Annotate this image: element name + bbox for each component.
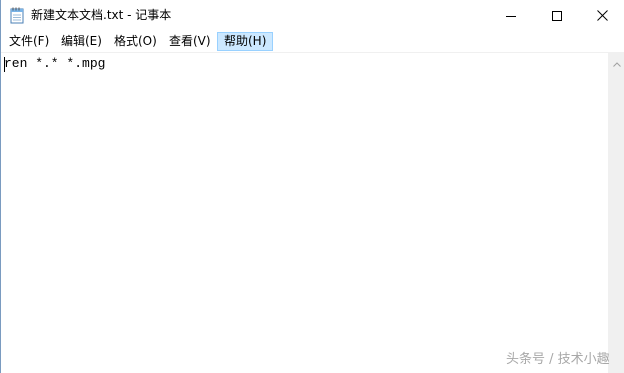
menu-file[interactable]: 文件(F) — [3, 32, 55, 51]
window-title: 新建文本文档.txt - 记事本 — [31, 8, 172, 22]
text-caret — [4, 57, 5, 72]
editor-content[interactable]: ren *.* *.mpg — [4, 56, 105, 72]
chevron-up-icon — [612, 52, 621, 71]
title-bar[interactable]: 新建文本文档.txt - 记事本 — [1, 0, 624, 31]
text-editor-area[interactable]: ren *.* *.mpg — [1, 53, 608, 373]
minimize-icon — [506, 6, 516, 25]
maximize-button[interactable] — [534, 0, 580, 31]
menu-format[interactable]: 格式(O) — [108, 32, 163, 51]
watermark-text: 头条号 / 技术小趣 — [506, 352, 610, 367]
notepad-icon — [10, 7, 24, 24]
close-button[interactable] — [579, 0, 624, 31]
maximize-icon — [552, 6, 562, 25]
minimize-button[interactable] — [488, 0, 534, 31]
menu-view[interactable]: 查看(V) — [163, 32, 217, 51]
menu-help[interactable]: 帮助(H) — [217, 32, 274, 51]
close-icon — [596, 6, 608, 25]
vertical-scrollbar[interactable] — [608, 53, 624, 373]
menu-edit[interactable]: 编辑(E) — [55, 32, 108, 51]
notepad-window: 新建文本文档.txt - 记事本 文件(F) 编辑(E) 格式(O) 查看(V)… — [0, 0, 624, 373]
scroll-up-button[interactable] — [608, 53, 624, 70]
menu-bar: 文件(F) 编辑(E) 格式(O) 查看(V) 帮助(H) — [1, 31, 624, 52]
